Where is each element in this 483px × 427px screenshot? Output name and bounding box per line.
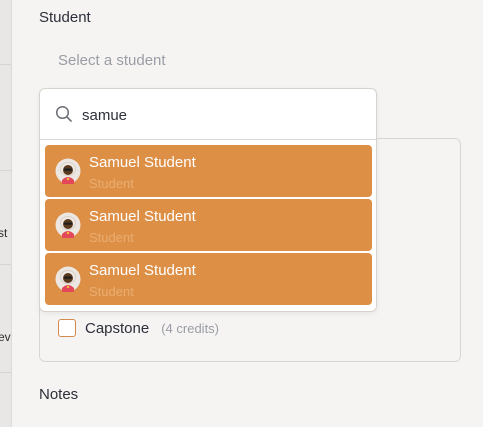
- search-icon: [54, 104, 74, 124]
- divider: [0, 372, 11, 373]
- avatar-icon: [55, 266, 81, 292]
- option-role: Student: [89, 284, 134, 299]
- student-search-input[interactable]: [82, 104, 342, 124]
- option-name: Samuel Student: [89, 262, 196, 279]
- notes-label: Notes: [39, 386, 79, 403]
- student-options-list: Samuel Student Student Samuel Student St…: [45, 145, 372, 307]
- student-select-placeholder[interactable]: Select a student: [58, 52, 166, 69]
- course-name: Capstone: [85, 319, 150, 337]
- divider: [0, 264, 11, 265]
- truncated-text: ev: [0, 330, 11, 344]
- option-name: Samuel Student: [89, 154, 196, 171]
- option-role: Student: [89, 230, 134, 245]
- divider: [0, 64, 11, 65]
- divider: [0, 170, 11, 171]
- option-name: Samuel Student: [89, 208, 196, 225]
- option-role: Student: [89, 176, 134, 191]
- course-credits: (4 credits): [161, 320, 220, 336]
- course-item-capstone[interactable]: Capstone (4 credits): [58, 318, 219, 338]
- student-option[interactable]: Samuel Student Student: [45, 253, 372, 305]
- student-label: Student: [39, 9, 91, 26]
- background-page-strip: st ev: [0, 0, 12, 427]
- truncated-text: st: [0, 226, 8, 240]
- student-option[interactable]: Samuel Student Student: [45, 145, 372, 197]
- search-row: [40, 89, 376, 140]
- student-option[interactable]: Samuel Student Student: [45, 199, 372, 251]
- course-checkbox[interactable]: [58, 319, 76, 337]
- avatar-icon: [55, 212, 81, 238]
- student-search-dropdown: Samuel Student Student Samuel Student St…: [39, 88, 377, 312]
- avatar-icon: [55, 158, 81, 184]
